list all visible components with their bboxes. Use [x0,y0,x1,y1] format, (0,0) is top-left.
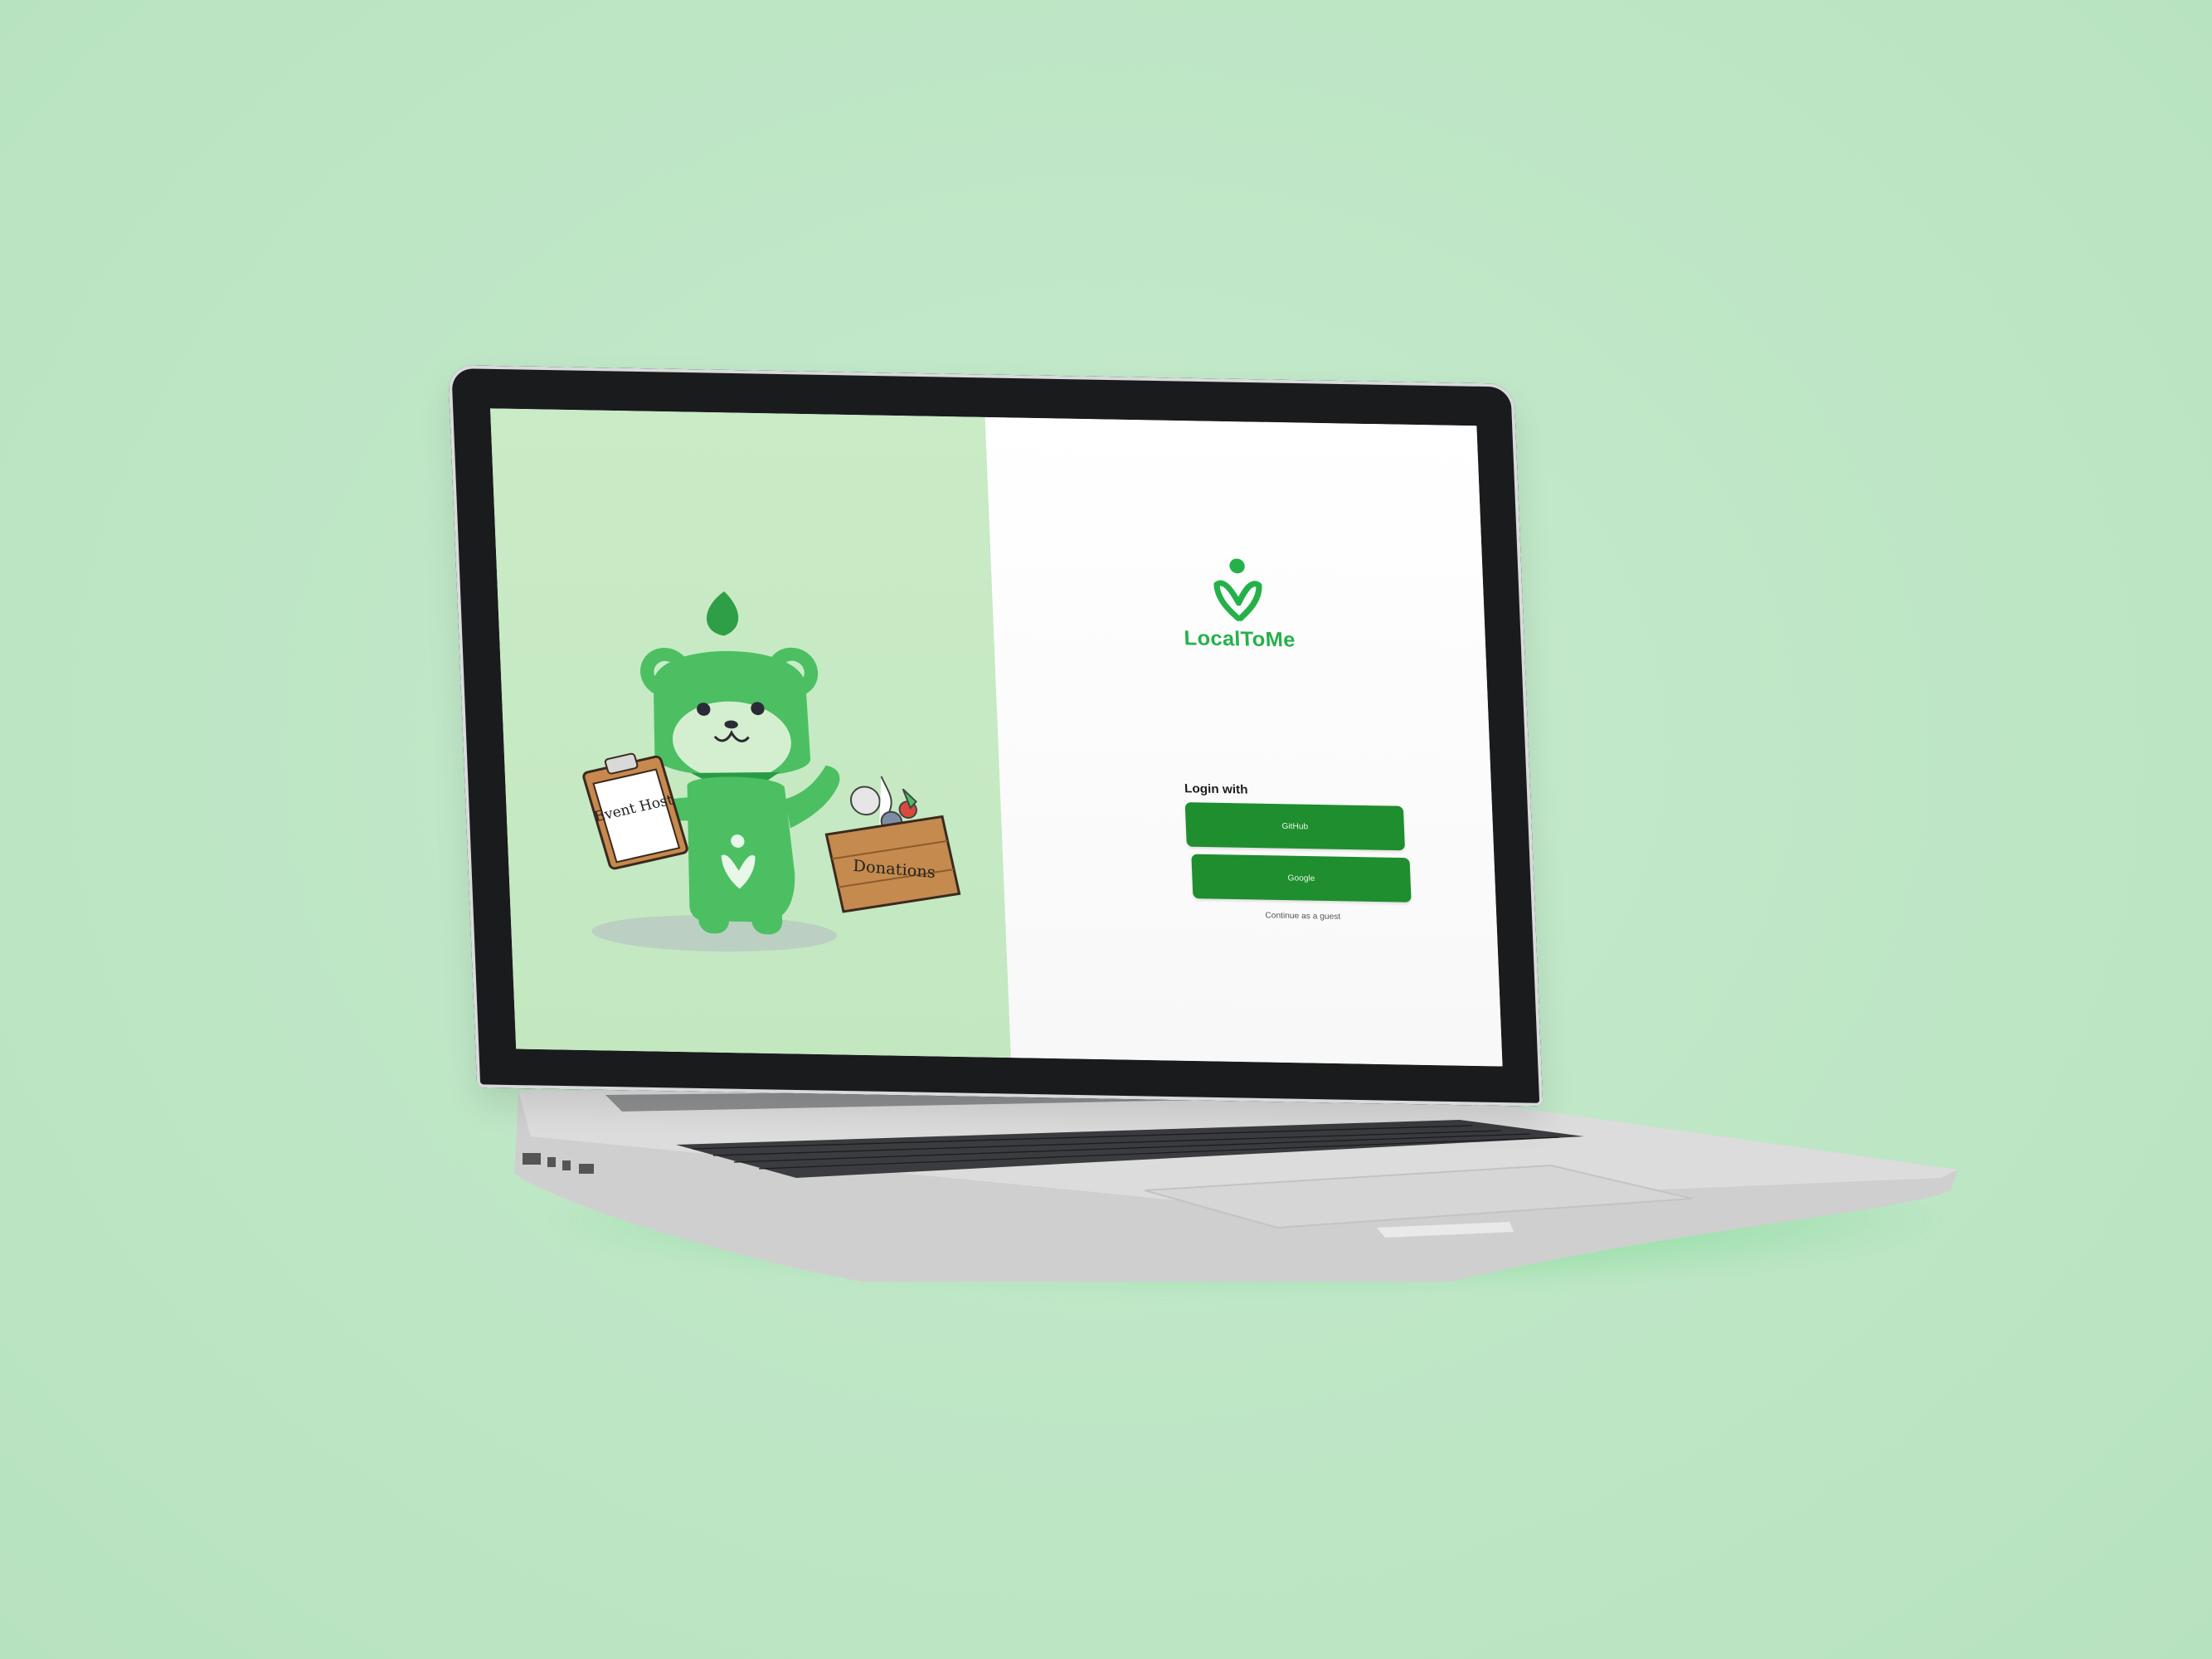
mascot-leg-right [751,888,783,935]
map-pin-person-icon [1211,557,1264,622]
login-label: Login with [1184,781,1248,797]
mascot-leg-left [698,888,729,934]
mascot-illustration-panel: Event Host Donations [490,408,1011,1058]
brand-name: LocalToMe [1184,626,1296,652]
laptop-lid: Event Host Donations LocalToMe Login wit… [448,365,1544,1107]
laptop-base [514,1087,1957,1282]
mascot-illustration: Event Host Donations [582,591,961,952]
donations-box: Donations [824,776,961,913]
port-1 [523,1153,541,1165]
laptop-screen: Event Host Donations LocalToMe Login wit… [490,408,1503,1067]
port-3 [562,1160,571,1170]
login-panel: LocalToMe Login with GitHub Google Conti… [984,416,1503,1067]
google-login-button[interactable]: Google [1191,854,1412,902]
port-4 [579,1164,594,1174]
port-2 [547,1157,556,1167]
brand-logo: LocalToMe [990,552,1485,655]
continue-as-guest-link[interactable]: Continue as a guest [1198,910,1407,922]
login-form: Login with GitHub Google Continue as a g… [1184,781,1412,922]
leaf-sprout-icon [707,591,739,636]
github-login-button[interactable]: GitHub [1184,802,1406,851]
mockup-stage: Event Host Donations LocalToMe Login wit… [0,0,2212,1659]
mascot-arm-right [785,765,840,829]
